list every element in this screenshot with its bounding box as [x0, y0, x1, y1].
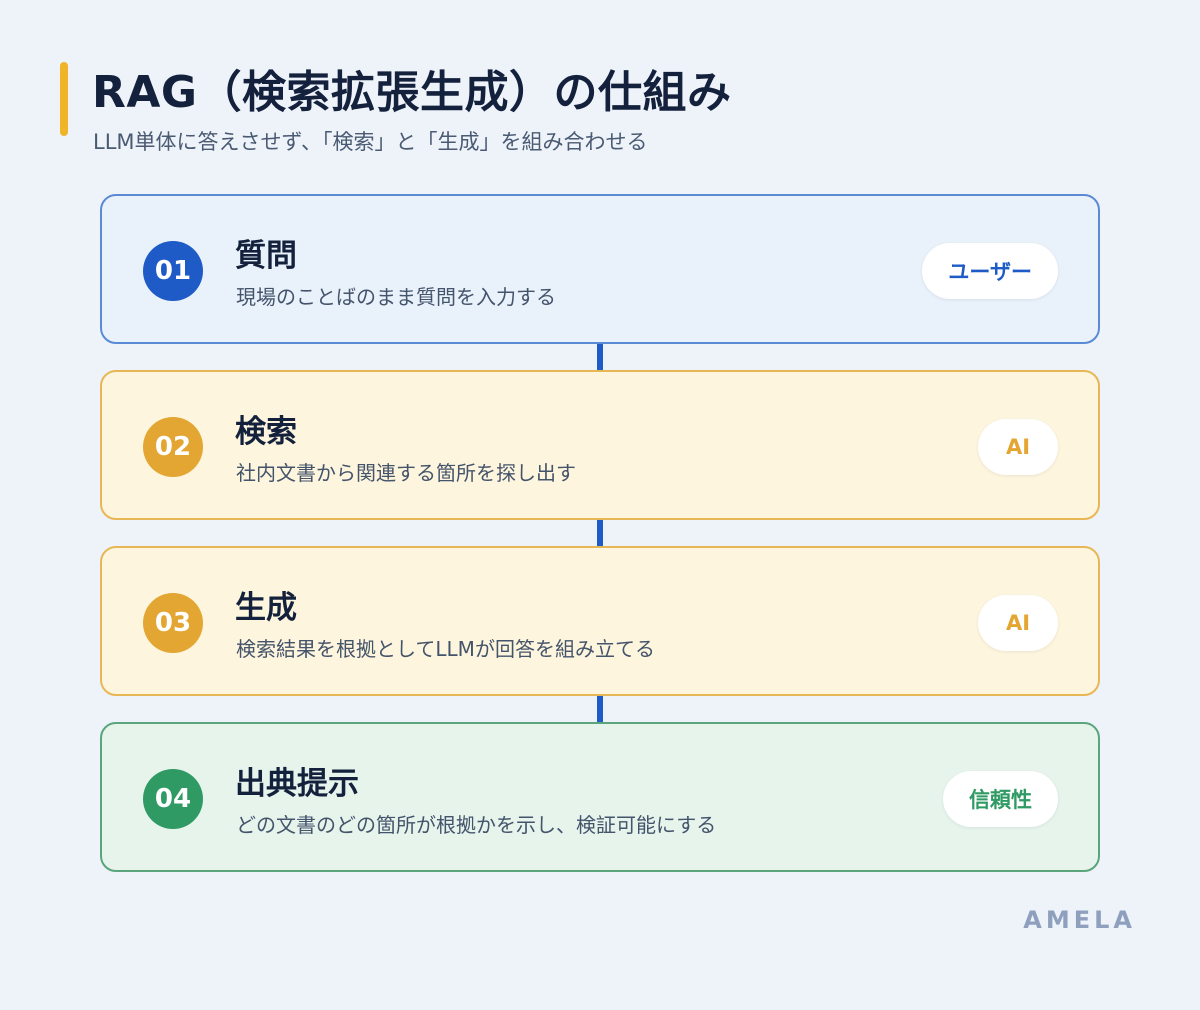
step-number-badge: 03	[143, 593, 203, 653]
connector-3-4	[597, 695, 603, 725]
step-number-badge: 02	[143, 417, 203, 477]
step-number-badge: 01	[143, 241, 203, 301]
actor-badge-ai: AI	[978, 419, 1058, 475]
step-title: 生成	[235, 590, 297, 626]
step-card-question: 01 質問 現場のことばのまま質問を入力する ユーザー	[100, 194, 1100, 344]
step-description: どの文書のどの箇所が根拠かを示し、検証可能にする	[236, 813, 717, 837]
connector-1-2	[597, 343, 603, 373]
actor-badge-ai: AI	[978, 595, 1058, 651]
step-title: 出典提示	[235, 766, 359, 802]
actor-badge-user: ユーザー	[922, 243, 1058, 299]
actor-badge-trust: 信頼性	[943, 771, 1058, 827]
page-title: RAG（検索拡張生成）の仕組み	[92, 67, 732, 118]
page-subtitle: LLM単体に答えさせず、「検索」と「生成」を組み合わせる	[93, 130, 648, 154]
title-accent-bar	[60, 62, 68, 136]
step-number-badge: 04	[143, 769, 203, 829]
step-card-generation: 03 生成 検索結果を根拠としてLLMが回答を組み立てる AI	[100, 546, 1100, 696]
step-card-search: 02 検索 社内文書から関連する箇所を探し出す AI	[100, 370, 1100, 520]
step-description: 現場のことばのまま質問を入力する	[236, 285, 556, 309]
step-title: 検索	[235, 414, 297, 450]
step-description: 検索結果を根拠としてLLMが回答を組み立てる	[236, 637, 655, 661]
step-title: 質問	[235, 238, 297, 274]
diagram-page: RAG（検索拡張生成）の仕組み LLM単体に答えさせず、「検索」と「生成」を組み…	[0, 0, 1200, 1010]
step-card-citation: 04 出典提示 どの文書のどの箇所が根拠かを示し、検証可能にする 信頼性	[100, 722, 1100, 872]
step-description: 社内文書から関連する箇所を探し出す	[236, 461, 576, 485]
connector-2-3	[597, 519, 603, 549]
brand-logo-text: AMELA	[1023, 906, 1136, 934]
